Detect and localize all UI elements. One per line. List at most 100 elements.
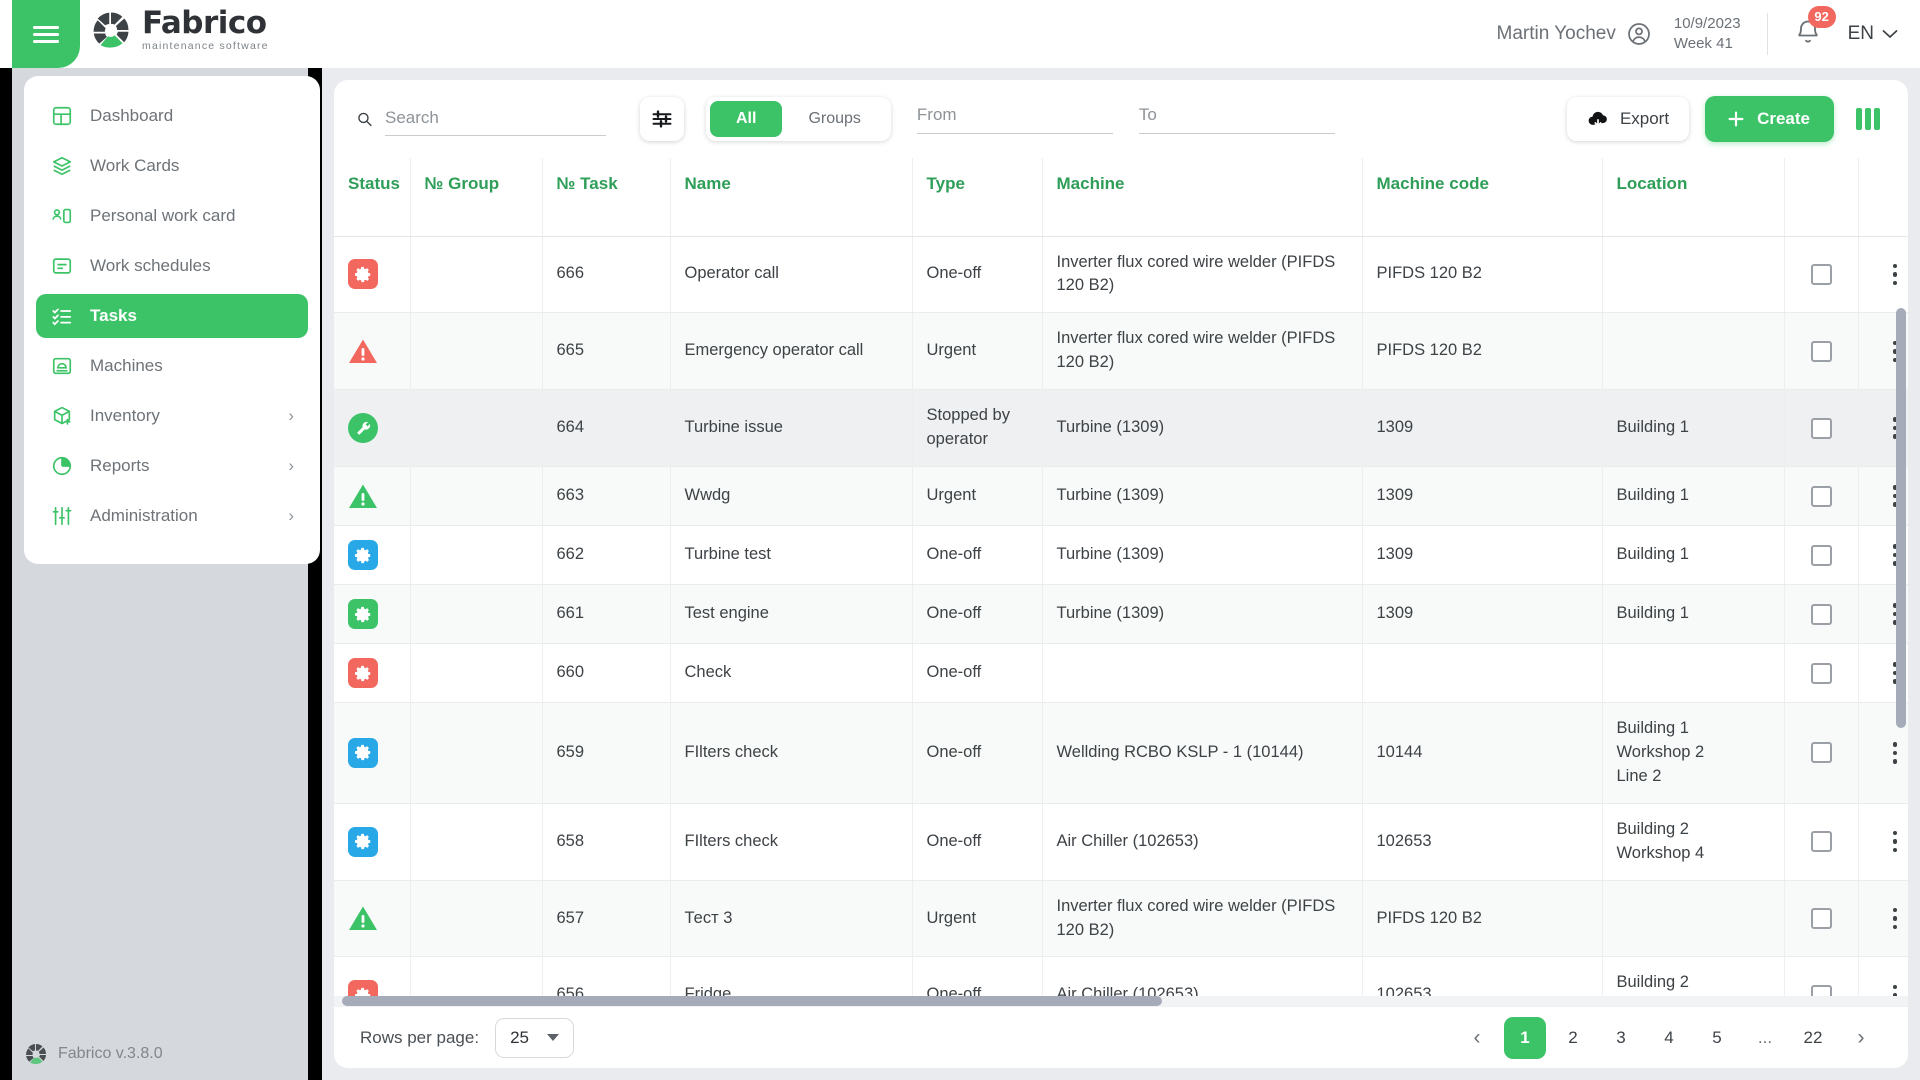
tab-groups[interactable]: Groups	[782, 101, 886, 137]
warning-triangle-icon	[348, 481, 378, 511]
cell-type: One-off	[912, 803, 1042, 880]
cell-name: FIlters check	[670, 703, 912, 804]
top-header-bar: Fabrico maintenance software Martin Yoch…	[0, 0, 1920, 68]
brand-logo-area: Fabrico maintenance software	[90, 8, 269, 52]
notifications-button[interactable]: 92	[1794, 18, 1822, 51]
cell-type: Urgent	[912, 467, 1042, 526]
date-from-field[interactable]	[917, 105, 1113, 134]
table-row[interactable]: 665Emergency operator callUrgentInverter…	[334, 313, 1908, 390]
column-header-task[interactable]: № Task	[542, 158, 670, 236]
table-body: 666Operator callOne-offInverter flux cor…	[334, 236, 1908, 1006]
cell-machine-code: 10144	[1362, 703, 1602, 804]
scrollbar-thumb[interactable]	[1896, 308, 1906, 728]
sidebar-item-inventory[interactable]: Inventory ›	[36, 394, 308, 438]
date-to-input[interactable]	[1139, 105, 1360, 125]
cell-select	[1784, 703, 1858, 804]
checkbox-icon[interactable]	[1811, 418, 1832, 439]
checkbox-icon[interactable]	[1811, 486, 1832, 507]
scrollbar-thumb[interactable]	[342, 996, 1162, 1006]
table-row[interactable]: 663WwdgUrgentTurbine (1309)1309Building …	[334, 467, 1908, 526]
create-button[interactable]: Create	[1705, 96, 1834, 142]
date-to-field[interactable]	[1139, 105, 1335, 134]
rows-per-page-select[interactable]: 25	[495, 1018, 574, 1058]
search-icon[interactable]	[356, 108, 373, 130]
gear-icon	[348, 827, 378, 857]
checkbox-icon[interactable]	[1811, 742, 1832, 763]
search-input[interactable]	[385, 102, 606, 136]
cell-group	[410, 390, 542, 467]
column-header-name[interactable]: Name	[670, 158, 912, 236]
layers-icon	[50, 154, 74, 178]
pagination-page-4[interactable]: 4	[1648, 1017, 1690, 1059]
pagination-prev-button[interactable]: ‹	[1456, 1017, 1498, 1059]
sidebar-item-work-cards[interactable]: Work Cards	[36, 144, 308, 188]
table-row[interactable]: 664Turbine issueStopped by operatorTurbi…	[334, 390, 1908, 467]
checkbox-icon[interactable]	[1811, 545, 1832, 566]
checkbox-icon[interactable]	[1811, 831, 1832, 852]
table-row[interactable]: 657Тест 3UrgentInverter flux cored wire …	[334, 880, 1908, 957]
table-row[interactable]: 661Test engineOne-offTurbine (1309)1309B…	[334, 585, 1908, 644]
table-row[interactable]: 658FIlters checkOne-offAir Chiller (1026…	[334, 803, 1908, 880]
pagination-page-3[interactable]: 3	[1600, 1017, 1642, 1059]
sidebar-item-personal-work-card[interactable]: Personal work card	[36, 194, 308, 238]
hamburger-menu-button[interactable]	[12, 0, 80, 68]
cell-machine	[1042, 644, 1362, 703]
user-menu[interactable]: Martin Yochev	[1497, 21, 1652, 47]
warning-triangle-icon	[348, 336, 378, 366]
pagination-page-2[interactable]: 2	[1552, 1017, 1594, 1059]
cell-status	[334, 585, 410, 644]
column-header-status[interactable]: Status	[334, 158, 410, 236]
sidebar-item-tasks[interactable]: Tasks	[36, 294, 308, 338]
cell-machine: Turbine (1309)	[1042, 467, 1362, 526]
filter-settings-button[interactable]	[640, 97, 684, 141]
language-selector[interactable]: EN	[1848, 23, 1898, 45]
sidebar-item-reports[interactable]: Reports ›	[36, 444, 308, 488]
table-vertical-scrollbar[interactable]	[1896, 236, 1906, 996]
table-row[interactable]: 660CheckOne-off	[334, 644, 1908, 703]
checkbox-icon[interactable]	[1811, 663, 1832, 684]
cell-name: Check	[670, 644, 912, 703]
export-button[interactable]: Export	[1567, 97, 1689, 141]
sidebar-item-administration[interactable]: Administration ›	[36, 494, 308, 538]
table-footer: Rows per page: 25 ‹12345...22›	[334, 1006, 1908, 1068]
table-horizontal-scrollbar[interactable]	[334, 996, 1908, 1006]
column-header-machine-code[interactable]: Machine code	[1362, 158, 1602, 236]
sidebar-item-machines[interactable]: Machines	[36, 344, 308, 388]
column-header-group[interactable]: № Group	[410, 158, 542, 236]
checkbox-icon[interactable]	[1811, 908, 1832, 929]
column-header-location[interactable]: Location	[1602, 158, 1784, 236]
brand-tagline: maintenance software	[142, 41, 269, 52]
cell-machine: Air Chiller (102653)	[1042, 803, 1362, 880]
cell-machine: Turbine (1309)	[1042, 390, 1362, 467]
table-row[interactable]: 662Turbine testOne-offTurbine (1309)1309…	[334, 526, 1908, 585]
fabrico-logo-icon	[90, 9, 132, 51]
sidebar-item-work-schedules[interactable]: Work schedules	[36, 244, 308, 288]
pagination-page-5[interactable]: 5	[1696, 1017, 1738, 1059]
date-from-input[interactable]	[917, 105, 1138, 125]
table-header-row: Status № Group № Task Name Type Machine …	[334, 158, 1908, 236]
tab-all[interactable]: All	[710, 101, 782, 137]
cell-machine-code: 102653	[1362, 803, 1602, 880]
cell-group	[410, 585, 542, 644]
checkbox-icon[interactable]	[1811, 264, 1832, 285]
pagination-page-1[interactable]: 1	[1504, 1017, 1546, 1059]
columns-toggle-button[interactable]	[1850, 102, 1886, 136]
table-row[interactable]: 666Operator callOne-offInverter flux cor…	[334, 236, 1908, 313]
cell-location: Building 1	[1602, 526, 1784, 585]
checkbox-icon[interactable]	[1811, 341, 1832, 362]
cell-machine: Wellding RCBO KSLP - 1 (10144)	[1042, 703, 1362, 804]
cell-location	[1602, 313, 1784, 390]
cell-group	[410, 526, 542, 585]
tasks-table-scroll[interactable]: Status № Group № Task Name Type Machine …	[334, 158, 1908, 1006]
pagination-page-22[interactable]: 22	[1792, 1017, 1834, 1059]
pagination-next-button[interactable]: ›	[1840, 1017, 1882, 1059]
sidebar-item-dashboard[interactable]: Dashboard	[36, 94, 308, 138]
cell-machine: Inverter flux cored wire welder (PIFDS 1…	[1042, 313, 1362, 390]
column-header-machine[interactable]: Machine	[1042, 158, 1362, 236]
table-row[interactable]: 659FIlters checkOne-offWellding RCBO KSL…	[334, 703, 1908, 804]
column-header-type[interactable]: Type	[912, 158, 1042, 236]
cell-machine-code: PIFDS 120 B2	[1362, 880, 1602, 957]
sidebar-item-label: Reports	[90, 456, 150, 476]
cell-machine-code: PIFDS 120 B2	[1362, 313, 1602, 390]
checkbox-icon[interactable]	[1811, 604, 1832, 625]
